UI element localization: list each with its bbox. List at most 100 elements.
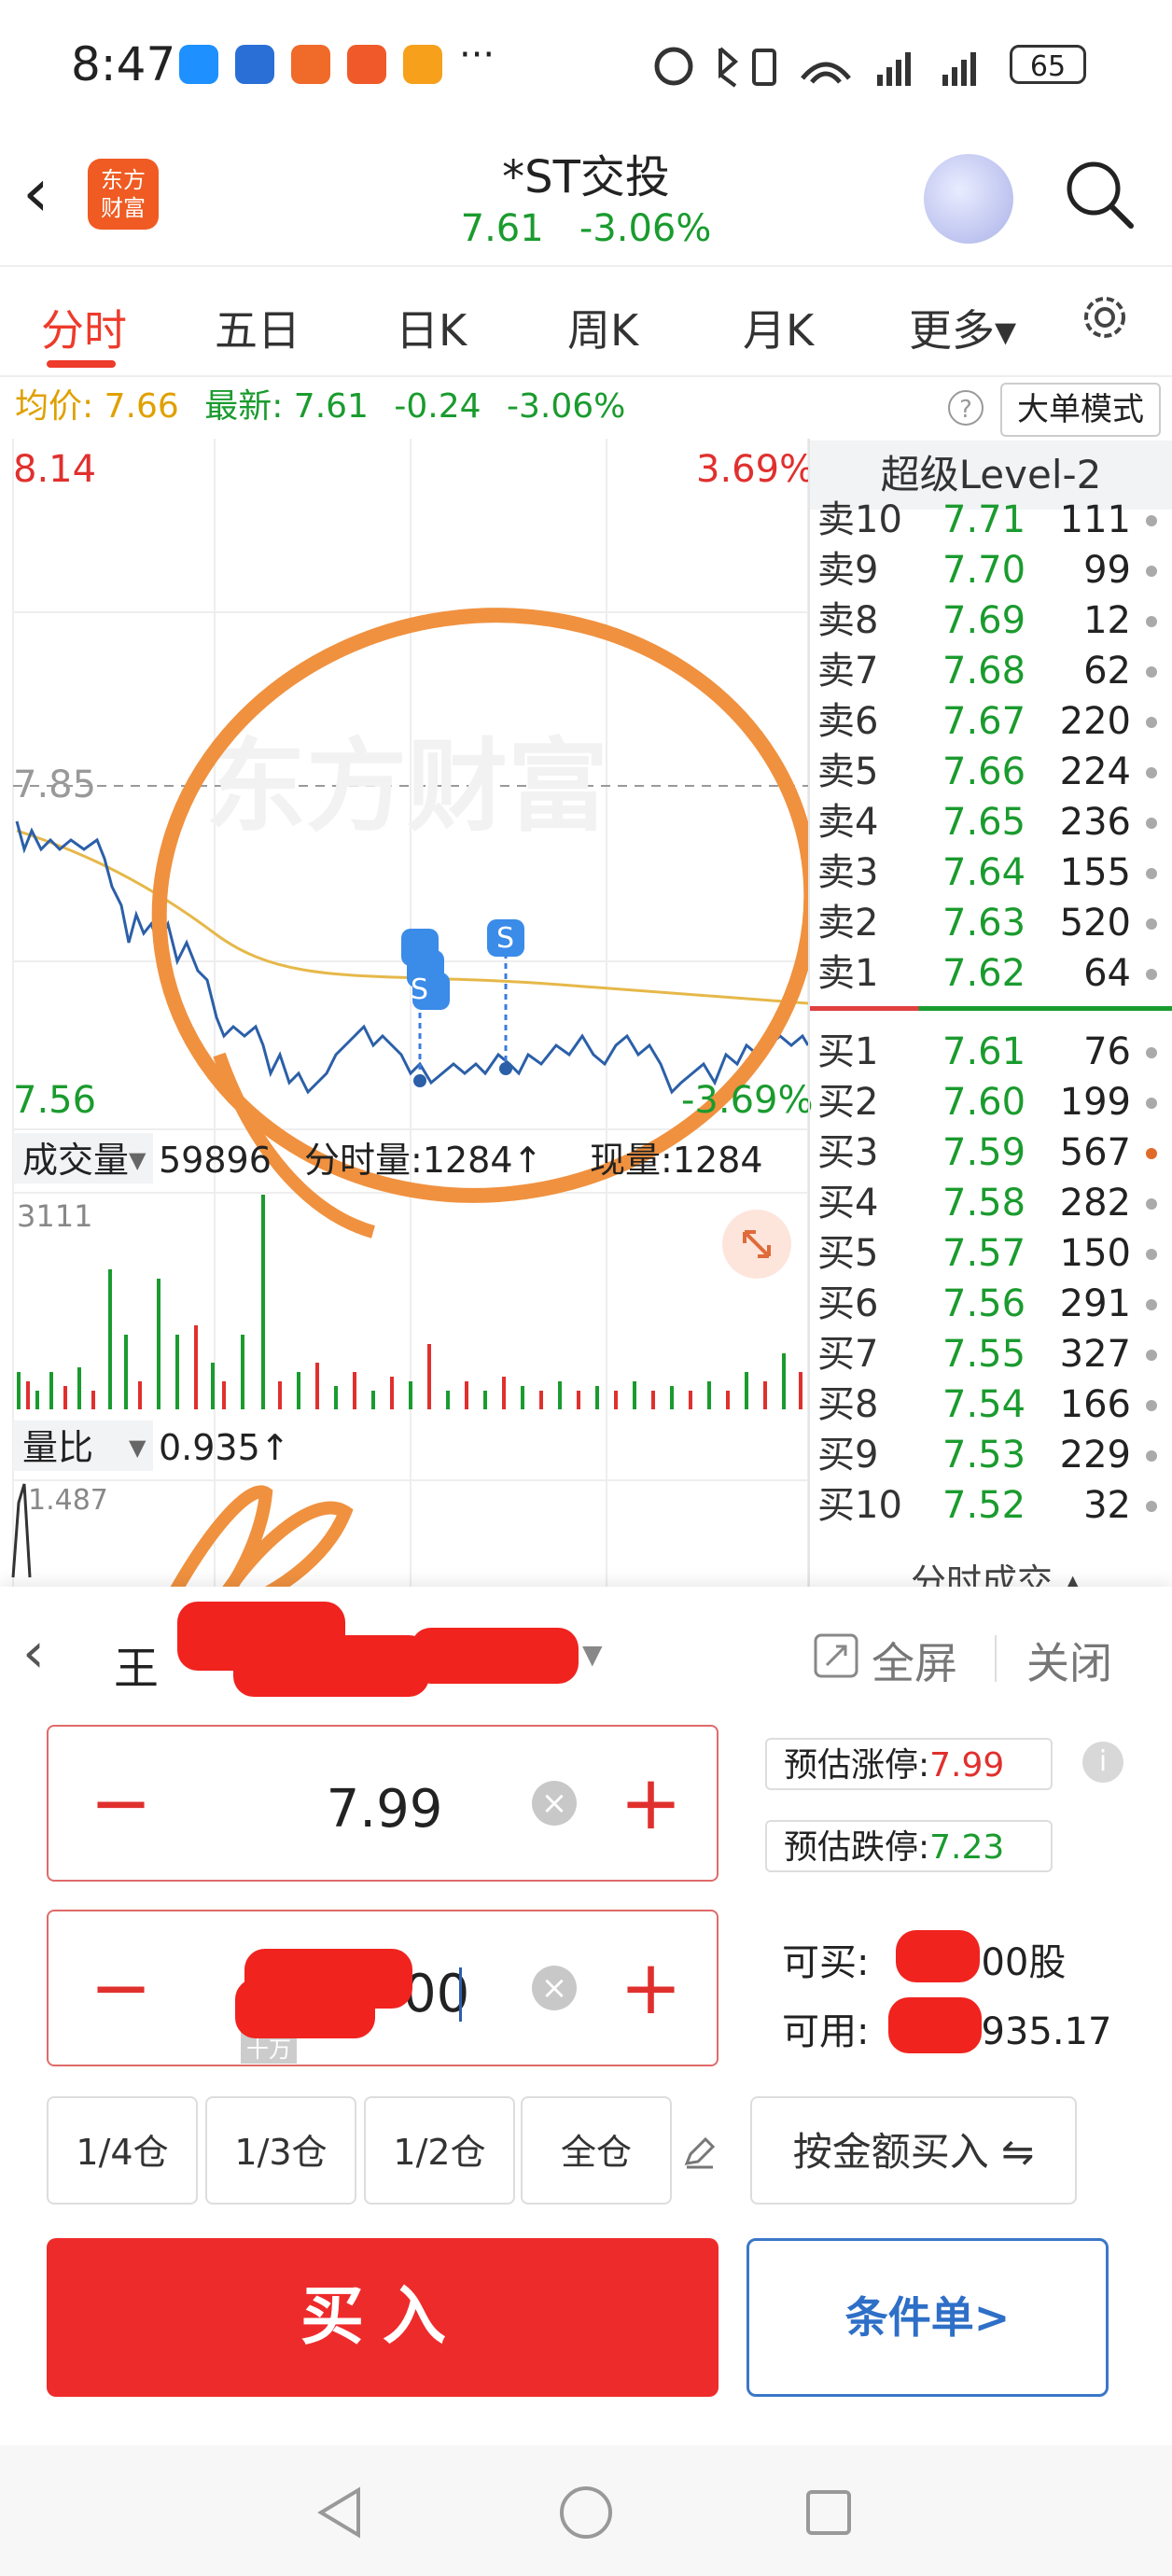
bid-row[interactable]: 买9 7.53 229	[817, 1430, 1168, 1480]
bid-row[interactable]: 买3 7.59 567	[817, 1127, 1168, 1178]
buy-button[interactable]: 买入	[47, 2238, 719, 2397]
ask-row[interactable]: 卖7 7.68 62	[817, 646, 1168, 696]
expand-icon[interactable]	[722, 1210, 791, 1279]
bid-row[interactable]: 买6 7.56 291	[817, 1279, 1168, 1329]
y-axis-high: 8.14	[13, 448, 97, 491]
order-level-label: 卖3	[817, 851, 879, 894]
order-level-dot-icon	[1146, 1299, 1157, 1310]
search-icon[interactable]	[1062, 157, 1137, 231]
ask-row[interactable]: 卖2 7.63 520	[817, 898, 1168, 948]
bid-row[interactable]: 买7 7.55 327	[817, 1329, 1168, 1379]
text-cursor	[459, 1967, 462, 2022]
order-level-dot-icon	[1146, 1400, 1157, 1411]
fullscreen-icon[interactable]	[812, 1631, 860, 1680]
order-level-label: 买5	[817, 1232, 879, 1275]
pct-axis-low: -3.69%	[681, 1079, 814, 1122]
edit-icon[interactable]	[681, 2134, 719, 2171]
volume-label: 成交量	[22, 1140, 130, 1181]
order-level-dot-icon	[1146, 666, 1157, 678]
ask-row[interactable]: 卖9 7.70 99	[817, 545, 1168, 595]
conditional-order-button[interactable]: 条件单>	[746, 2238, 1109, 2397]
account-name[interactable]: 王	[114, 1631, 159, 1697]
tab-monthly-k[interactable]: 月K	[743, 297, 814, 358]
tab-intraday[interactable]: 分时	[41, 297, 127, 358]
order-level-dot-icon	[1146, 566, 1157, 577]
alarm-icon	[654, 47, 693, 86]
ask-row[interactable]: 卖8 7.69 12	[817, 595, 1168, 646]
avg-price-value: 7.66	[104, 387, 179, 426]
bid-row[interactable]: 买5 7.57 150	[817, 1228, 1168, 1279]
order-level-label: 卖6	[817, 700, 879, 743]
app-notification-icon	[347, 45, 386, 84]
tab-weekly-k[interactable]: 周K	[567, 297, 638, 358]
limit-up-label: 预估涨停:	[784, 1746, 930, 1785]
order-level-dot-icon	[1146, 1047, 1157, 1058]
order-level-dot-icon	[1146, 969, 1157, 980]
ask-row[interactable]: 卖5 7.66 224	[817, 747, 1168, 797]
order-level-dot-icon	[1146, 1501, 1157, 1512]
order-level-price: 7.53	[942, 1434, 1026, 1477]
chart-grid	[12, 439, 809, 1587]
change-percent: -3.06%	[579, 207, 712, 250]
bid-row[interactable]: 买8 7.54 166	[817, 1379, 1168, 1430]
ask-row[interactable]: 卖6 7.67 220	[817, 696, 1168, 747]
limit-down-label: 预估跌停:	[784, 1828, 930, 1867]
order-level-price: 7.59	[942, 1131, 1026, 1174]
bid-row[interactable]: 买10 7.52 32	[817, 1480, 1168, 1531]
order-level-label: 买7	[817, 1333, 879, 1376]
latest-label: 最新:	[204, 387, 284, 426]
chart-tabs: 分时 五日 日K 周K 月K 更多▾	[0, 265, 1172, 377]
gear-icon[interactable]	[1077, 289, 1133, 345]
panel-back-button[interactable]: ‹	[22, 1620, 45, 1686]
order-level-dot-icon	[1146, 818, 1157, 829]
quantity-increase-button[interactable]: +	[620, 1951, 682, 2025]
ask-row[interactable]: 卖3 7.64 155	[817, 847, 1168, 898]
order-level-dot-icon	[1146, 717, 1157, 728]
limit-up-estimate: 预估涨停:7.99	[765, 1738, 1053, 1790]
order-level-price: 7.57	[942, 1232, 1026, 1275]
order-level-label: 卖2	[817, 902, 879, 945]
order-level-price: 7.62	[942, 952, 1026, 995]
volume-value: 59896	[159, 1140, 272, 1181]
position-quarter-button[interactable]: 1/4仓	[47, 2096, 198, 2205]
position-third-button[interactable]: 1/3仓	[205, 2096, 356, 2205]
tab-five-day[interactable]: 五日	[215, 297, 300, 358]
order-level-label: 买3	[817, 1131, 879, 1174]
ask-row[interactable]: 卖4 7.65 236	[817, 797, 1168, 847]
close-button[interactable]: 关闭	[1026, 1630, 1112, 1691]
change-value: -0.24	[394, 387, 481, 426]
position-half-button[interactable]: 1/2仓	[364, 2096, 515, 2205]
price-increase-button[interactable]: +	[620, 1766, 682, 1841]
nav-home-icon[interactable]	[556, 2483, 616, 2542]
bluetooth-icon	[719, 47, 739, 88]
order-level-label: 买2	[817, 1081, 879, 1124]
order-level-label: 卖8	[817, 599, 879, 642]
help-icon[interactable]: ?	[948, 390, 984, 426]
app-notification-icon	[403, 45, 442, 84]
clear-price-icon[interactable]: ×	[532, 1781, 577, 1826]
clear-quantity-icon[interactable]: ×	[532, 1966, 577, 2010]
order-level-label: 卖5	[817, 750, 879, 793]
spread-divider	[810, 1006, 1172, 1011]
nav-recents-icon[interactable]	[802, 2486, 855, 2539]
ask-row[interactable]: 卖10 7.71 111	[817, 495, 1168, 545]
ask-row[interactable]: 卖1 7.62 64	[817, 948, 1168, 999]
order-level-dot-icon	[1146, 1148, 1157, 1159]
account-dropdown-icon[interactable]: ▼	[582, 1639, 603, 1670]
order-level-dot-icon	[1146, 1098, 1157, 1109]
order-level-volume: 229	[1059, 1434, 1131, 1477]
position-full-button[interactable]: 全仓	[521, 2096, 672, 2205]
buy-by-amount-button[interactable]: 按金额买入 ⇋	[750, 2096, 1077, 2205]
bid-row[interactable]: 买2 7.60 199	[817, 1077, 1168, 1127]
intraday-chart[interactable]: 东方财富 S S	[0, 439, 810, 1587]
big-order-mode-button[interactable]: 大单模式	[1000, 383, 1161, 437]
nav-back-icon[interactable]	[314, 2485, 366, 2541]
assistant-robot-icon[interactable]	[924, 154, 1013, 244]
tab-more[interactable]: 更多▾	[909, 297, 1016, 358]
bid-row[interactable]: 买4 7.58 282	[817, 1178, 1168, 1228]
bid-row[interactable]: 买1 7.61 76	[817, 1027, 1168, 1077]
quantity-decrease-button[interactable]: −	[90, 1951, 152, 2025]
tab-daily-k[interactable]: 日K	[396, 297, 467, 358]
fullscreen-button[interactable]: 全屏	[872, 1630, 957, 1691]
info-icon[interactable]: i	[1082, 1742, 1123, 1783]
